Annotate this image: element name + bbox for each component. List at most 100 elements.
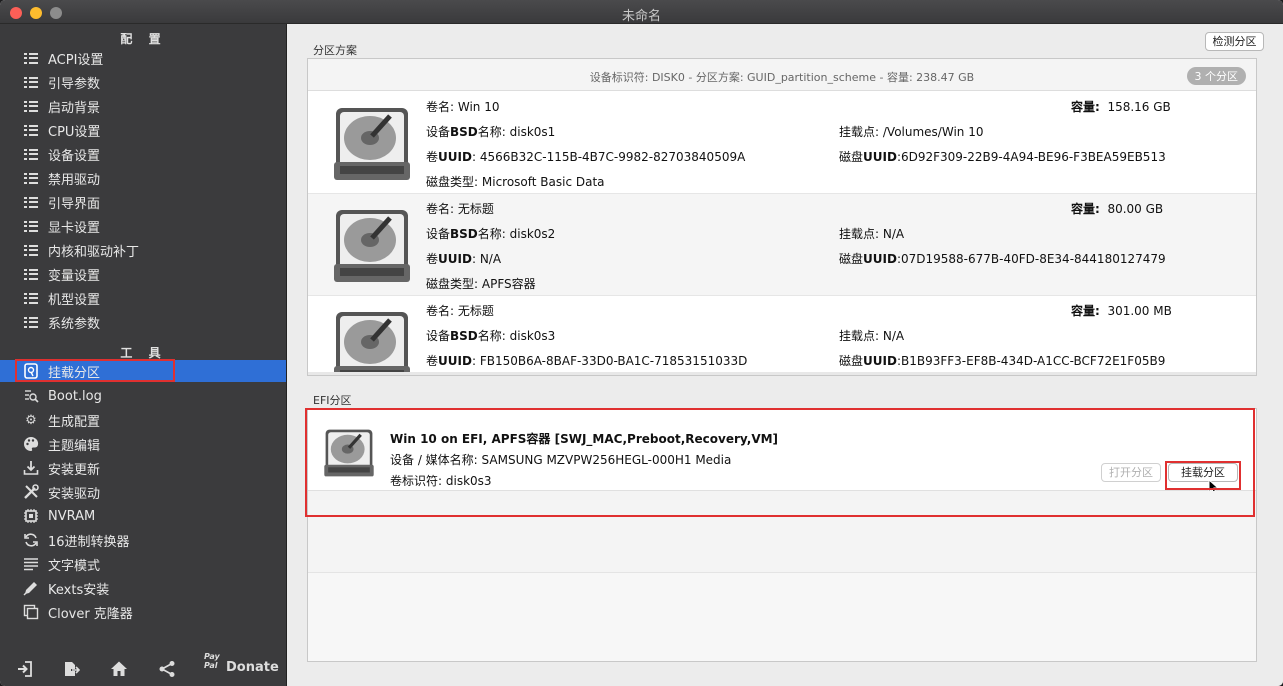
hard-drive-icon — [332, 106, 412, 180]
sidebar-item-boot-log[interactable]: Boot.log — [16, 385, 286, 407]
sidebar-item-graphics[interactable]: 显卡设置 — [16, 215, 286, 237]
list-icon — [22, 289, 40, 307]
scroll-edge — [308, 372, 1256, 375]
uuid-label-pre: 卷 — [426, 354, 439, 368]
sidebar-item-label: Boot.log — [48, 388, 102, 404]
capacity-value: 158.16 GB — [1107, 100, 1171, 114]
sidebar-item-label: 禁用驱动 — [48, 172, 101, 188]
export-icon[interactable] — [62, 660, 81, 682]
sidebar-item-label: 引导界面 — [48, 196, 101, 212]
sidebar-item-label: Kexts安装 — [48, 582, 110, 598]
palette-icon — [22, 435, 40, 453]
disk-uuid-label-pre: 磁盘 — [839, 354, 864, 368]
bsd-name-line: 设备BSD名称: disk0s1 — [426, 123, 555, 140]
sidebar-item-devices[interactable]: 设备设置 — [16, 143, 286, 165]
paypal-icon: Pay Pal — [204, 652, 220, 670]
sidebar-item-smbios[interactable]: 机型设置 — [16, 287, 286, 309]
highlight-box-sidebar — [15, 359, 175, 382]
list-icon — [22, 145, 40, 163]
sidebar-item-install-drivers[interactable]: 安装驱动 — [16, 481, 286, 503]
volume-uuid-line: 卷UUID: N/A — [426, 250, 501, 267]
partition-row[interactable]: 卷名: Win 10 容量: 158.16 GB 设备BSD名称: disk0s… — [308, 92, 1256, 194]
sidebar-item-label: 变量设置 — [48, 268, 101, 284]
app-window: 未命名 配 置 ACPI设置 引导参数 启动背景 CPU设置 设备设置 禁用驱动… — [0, 0, 1283, 686]
list-icon — [22, 121, 40, 139]
sidebar-item-label: 启动背景 — [48, 100, 101, 116]
volume-uuid-line: 卷UUID: 4566B32C-115B-4B7C-9982-827038405… — [426, 148, 745, 165]
bsd-name-line: 设备BSD名称: disk0s2 — [426, 225, 555, 242]
volume-name-label: 卷名: — [426, 100, 455, 114]
partition-list: 设备标识符: DISK0 - 分区方案: GUID_partition_sche… — [307, 58, 1257, 376]
hard-drive-icon — [332, 310, 412, 375]
sidebar-item-generate-config[interactable]: ⚙ 生成配置 — [16, 409, 286, 431]
download-icon — [22, 459, 40, 477]
sidebar-item-label: 系统参数 — [48, 316, 101, 332]
bsd-label-pre: 设备 — [426, 227, 451, 241]
sidebar-item-kernel-patches[interactable]: 内核和驱动补丁 — [16, 239, 286, 261]
sidebar-item-install-update[interactable]: 安装更新 — [16, 457, 286, 479]
list-icon — [22, 313, 40, 331]
sidebar-item-theme-editor[interactable]: 主题编辑 — [16, 433, 286, 455]
partition-scheme-label: 分区方案 — [313, 44, 357, 57]
efi-partition-label: EFI分区 — [313, 394, 352, 407]
detect-partitions-button[interactable]: 检测分区 — [1205, 32, 1264, 51]
mount-point-line: 挂载点: N/A — [839, 225, 904, 242]
sidebar-item-acpi[interactable]: ACPI设置 — [16, 47, 286, 69]
log-icon — [22, 387, 40, 405]
list-icon — [22, 169, 40, 187]
bsd-label-post: 名称: — [477, 125, 506, 139]
home-icon[interactable] — [110, 660, 128, 682]
bsd-name-value: disk0s2 — [509, 227, 556, 241]
sidebar-item-kexts-install[interactable]: Kexts安装 — [16, 577, 286, 599]
partition-count-badge: 3 个分区 — [1186, 67, 1246, 85]
capacity-label: 容量: — [1071, 100, 1100, 114]
mount-point-value: /Volumes/Win 10 — [882, 125, 984, 139]
mount-point-label: 挂载点: — [839, 329, 880, 343]
partition-row[interactable]: 卷名: 无标题 容量: 80.00 GB 设备BSD名称: disk0s2 挂载… — [308, 194, 1256, 296]
sidebar-item-label: NVRAM — [48, 508, 96, 524]
disk-type-line: 磁盘类型: APFS容器 — [426, 275, 536, 292]
bsd-label-bold: BSD — [450, 125, 478, 139]
bsd-label-pre: 设备 — [426, 329, 451, 343]
highlight-box-mount-button — [1165, 461, 1241, 490]
pen-icon — [22, 579, 40, 597]
sidebar-item-boot-bg[interactable]: 启动背景 — [16, 95, 286, 117]
uuid-label-bold: UUID — [438, 252, 472, 266]
sidebar-item-cpu[interactable]: CPU设置 — [16, 119, 286, 141]
sidebar-item-rt-variables[interactable]: 变量设置 — [16, 263, 286, 285]
config-section-header: 配 置 — [120, 32, 167, 46]
sidebar-item-text-mode[interactable]: 文字模式 — [16, 553, 286, 575]
sidebar-item-system-params[interactable]: 系统参数 — [16, 311, 286, 333]
sidebar-item-disable-drivers[interactable]: 禁用驱动 — [16, 167, 286, 189]
uuid-label-pre: 卷 — [426, 150, 439, 164]
import-icon[interactable] — [16, 660, 34, 682]
bsd-name-value: disk0s3 — [509, 329, 556, 343]
disk-uuid-label-bold: UUID — [863, 252, 897, 266]
uuid-label-pre: 卷 — [426, 252, 439, 266]
volume-name-label: 卷名: — [426, 202, 455, 216]
share-icon[interactable] — [158, 660, 176, 682]
volume-name-value: 无标题 — [457, 304, 494, 318]
disk-uuid-value: B1B93FF3-EF8B-434D-A1CC-BCF72E1F05B9 — [900, 354, 1166, 368]
sidebar-item-hex-converter[interactable]: 16进制转换器 — [16, 529, 286, 551]
capacity-value: 80.00 GB — [1107, 202, 1164, 216]
sidebar-item-label: 安装更新 — [48, 462, 101, 478]
sidebar-item-label: 安装驱动 — [48, 486, 101, 502]
mount-point-line: 挂载点: /Volumes/Win 10 — [839, 123, 983, 140]
volume-name-label: 卷名: — [426, 304, 455, 318]
sidebar-item-clover-cloner[interactable]: Clover 克隆器 — [16, 601, 286, 623]
disk-type-line: 磁盘类型: Microsoft Basic Data — [426, 173, 605, 190]
volume-name-line: 卷名: 无标题 — [426, 302, 494, 319]
sidebar-item-gui[interactable]: 引导界面 — [16, 191, 286, 213]
partition-row[interactable]: 卷名: 无标题 容量: 301.00 MB 设备BSD名称: disk0s3 挂… — [308, 296, 1256, 375]
chip-icon — [22, 507, 40, 525]
disk-uuid-label-pre: 磁盘 — [839, 150, 864, 164]
sidebar-item-boot-args[interactable]: 引导参数 — [16, 71, 286, 93]
list-icon — [22, 265, 40, 283]
donate-button[interactable]: Donate — [226, 660, 279, 675]
disk-uuid-line: 磁盘UUID:B1B93FF3-EF8B-434D-A1CC-BCF72E1F0… — [839, 352, 1165, 369]
mount-point-value: N/A — [882, 227, 905, 241]
sidebar-item-nvram[interactable]: NVRAM — [16, 505, 286, 527]
main-panel: 检测分区 分区方案 设备标识符: DISK0 - 分区方案: GUID_part… — [288, 24, 1283, 686]
capacity-value: 301.00 MB — [1107, 304, 1172, 318]
